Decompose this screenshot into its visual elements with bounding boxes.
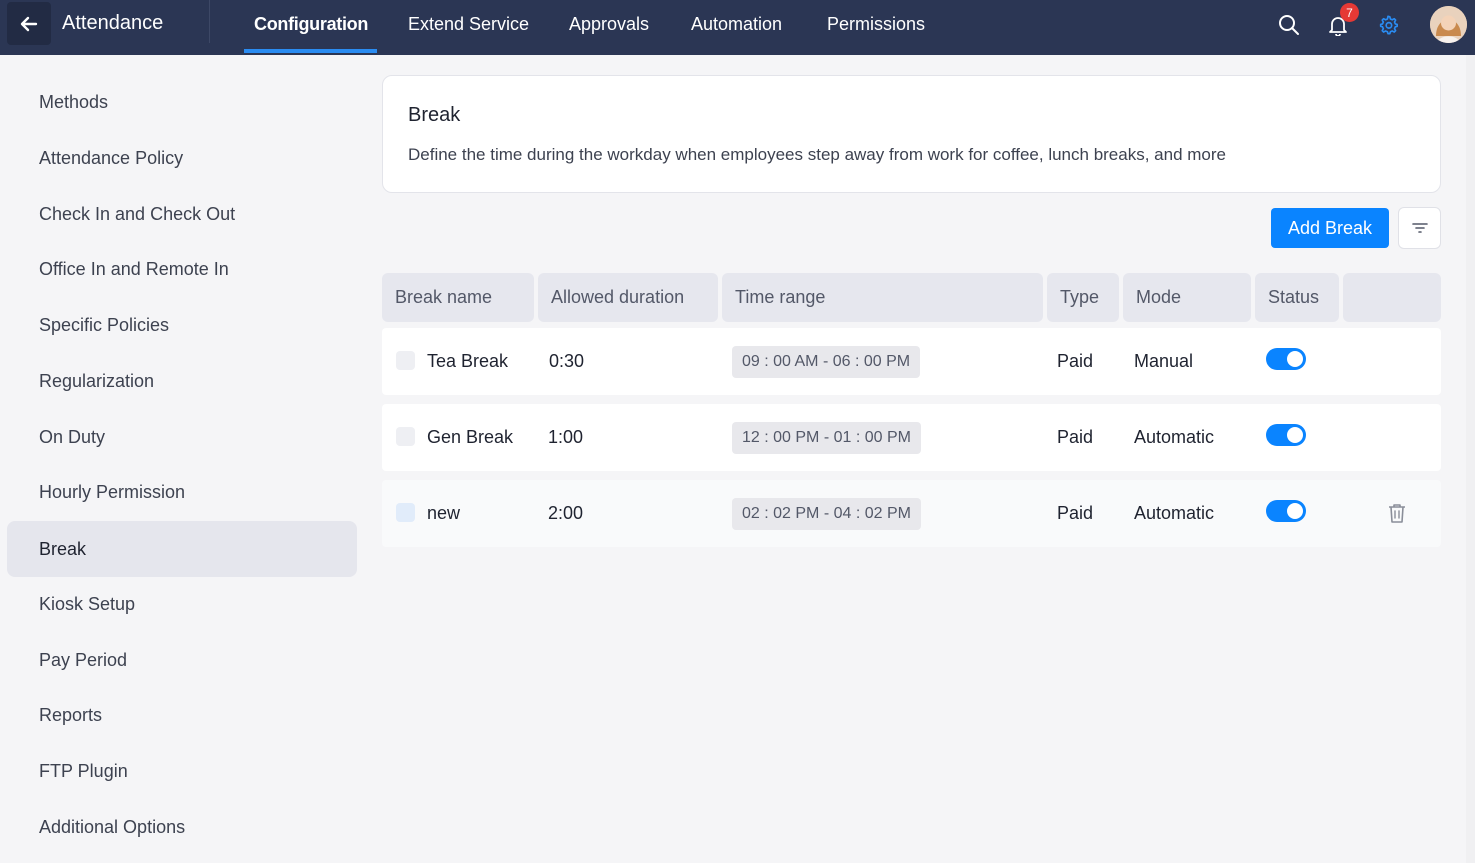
break-type: Paid [1057,351,1094,371]
break-mode: Automatic [1134,503,1215,523]
app-title: Attendance [62,12,164,34]
sidebar-item-reports[interactable]: Reports [7,687,357,743]
sidebar-item-methods[interactable]: Methods [7,74,357,130]
column-header-time-range: Time range [722,273,1043,322]
top-navigation-bar: Attendance Configuration Extend Service … [0,0,1475,55]
search-icon [1279,15,1299,35]
column-header-mode: Mode [1123,273,1251,322]
sidebar-item-break[interactable]: Break [7,521,357,577]
time-range-pill: 12 : 00 PM - 01 : 00 PM [732,422,921,454]
sidebar-item-office-in-remote-in[interactable]: Office In and Remote In [7,241,357,297]
break-info-card: Break Define the time during the workday… [382,75,1441,193]
delete-button[interactable] [1385,501,1409,525]
break-type: Paid [1057,427,1094,447]
break-mode: Automatic [1134,427,1215,447]
sidebar-item-specific-policies[interactable]: Specific Policies [7,297,357,353]
title-divider [209,0,210,43]
column-header-status: Status [1255,273,1339,322]
column-header-type: Type [1047,273,1119,322]
active-tab-indicator [244,49,377,53]
page-title: Break [408,104,461,126]
settings-sidebar: Methods Attendance Policy Check In and C… [0,55,365,863]
table-row[interactable]: Tea Break 0:30 09 : 00 AM - 06 : 00 PM P… [382,328,1441,395]
sidebar-item-on-duty[interactable]: On Duty [7,409,357,465]
settings-button[interactable] [1374,11,1402,39]
status-toggle[interactable] [1266,500,1306,522]
tab-approvals[interactable]: Approvals [569,14,649,35]
scrollbar-track[interactable] [1466,55,1475,863]
sidebar-item-additional-options[interactable]: Additional Options [7,799,357,855]
page-description: Define the time during the workday when … [408,145,1226,164]
gear-icon [1379,15,1398,35]
break-name: new [427,503,461,523]
allowed-duration: 2:00 [548,503,584,523]
back-button[interactable] [7,2,51,45]
break-type: Paid [1057,503,1094,523]
sidebar-item-hourly-permission[interactable]: Hourly Permission [7,464,357,520]
status-toggle[interactable] [1266,348,1306,370]
tab-automation[interactable]: Automation [691,14,782,35]
sidebar-item-ftp-plugin[interactable]: FTP Plugin [7,743,357,799]
column-header-allowed-duration: Allowed duration [538,273,718,322]
back-arrow-icon [20,16,38,31]
sidebar-item-pay-period[interactable]: Pay Period [7,632,357,688]
column-header-break-name: Break name [382,273,534,322]
time-range-pill: 09 : 00 AM - 06 : 00 PM [732,346,921,378]
allowed-duration: 1:00 [548,427,584,447]
tab-extend-service[interactable]: Extend Service [408,14,529,35]
avatar[interactable] [1430,6,1467,43]
search-button[interactable] [1275,11,1303,39]
sidebar-item-attendance-policy[interactable]: Attendance Policy [7,130,357,186]
allowed-duration: 0:30 [549,351,585,371]
status-toggle[interactable] [1266,424,1306,446]
row-checkbox[interactable] [396,503,415,522]
user-avatar-image [1430,6,1467,43]
filter-icon [1411,223,1428,233]
break-name: Gen Break [427,427,514,447]
tab-permissions[interactable]: Permissions [827,14,925,35]
notification-badge: 7 [1340,3,1359,22]
break-mode: Manual [1134,351,1194,371]
column-header-actions [1343,273,1441,322]
sidebar-item-check-in-check-out[interactable]: Check In and Check Out [7,186,357,242]
tab-configuration[interactable]: Configuration [254,14,368,35]
break-name: Tea Break [427,351,509,371]
trash-icon [1389,504,1405,523]
table-row[interactable]: new 2:00 02 : 02 PM - 04 : 02 PM Paid Au… [382,480,1441,547]
table-row[interactable]: Gen Break 1:00 12 : 00 PM - 01 : 00 PM P… [382,404,1441,471]
filter-button[interactable] [1398,207,1441,249]
time-range-pill: 02 : 02 PM - 04 : 02 PM [732,498,921,530]
sidebar-item-kiosk-setup[interactable]: Kiosk Setup [7,576,357,632]
add-break-button[interactable]: Add Break [1271,208,1389,248]
row-checkbox[interactable] [396,351,415,370]
sidebar-item-regularization[interactable]: Regularization [7,353,357,409]
row-checkbox[interactable] [396,427,415,446]
